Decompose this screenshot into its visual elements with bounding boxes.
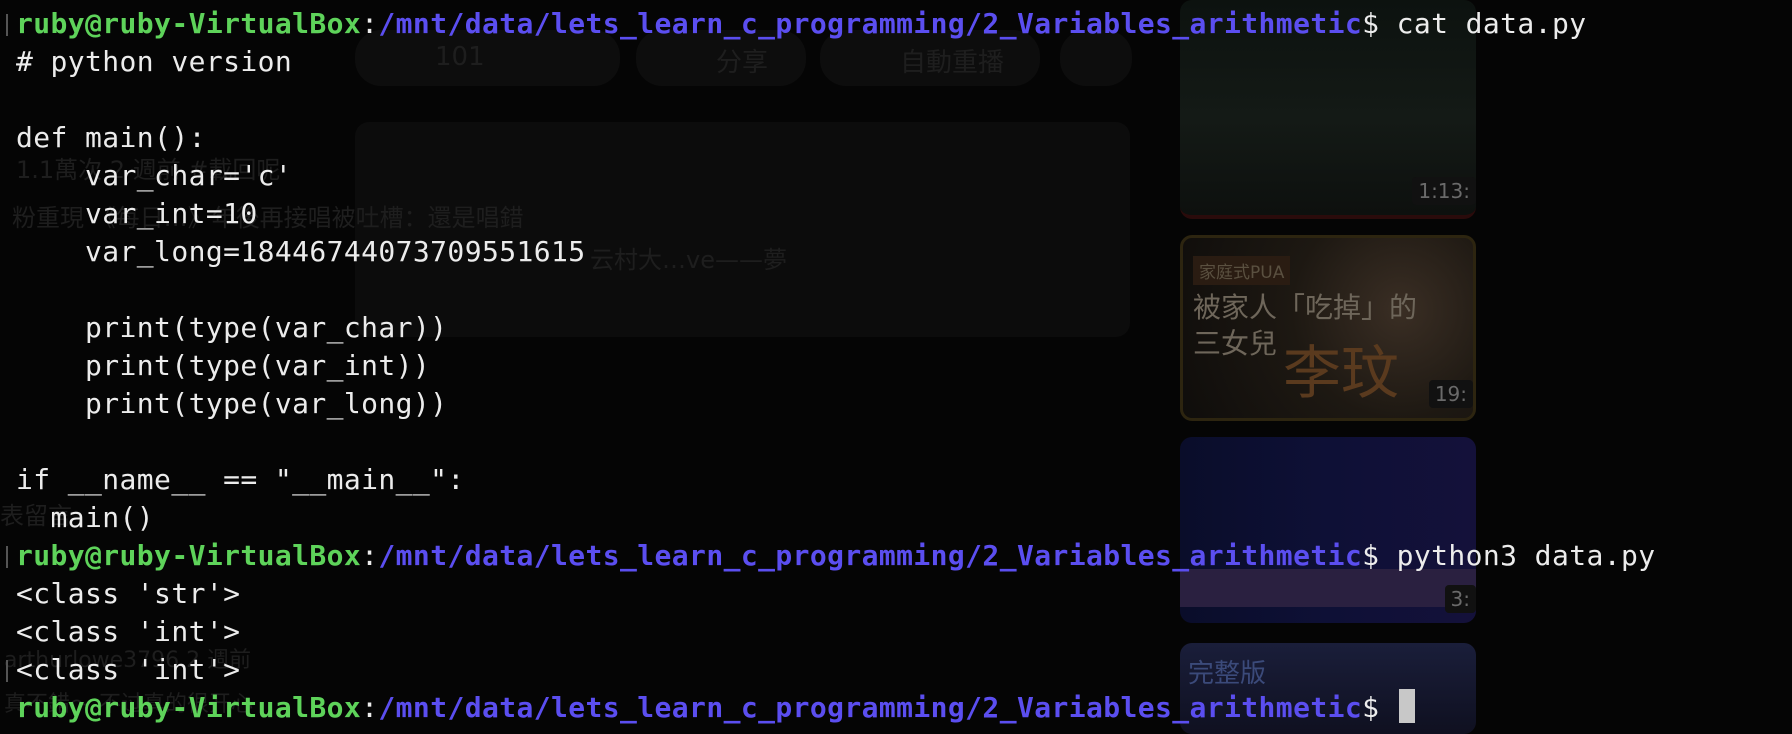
prompt-path: /mnt/data/lets_learn_c_programming/2_Var…: [378, 691, 1363, 724]
terminal-window[interactable]: ruby@ruby-VirtualBox:/mnt/data/lets_lear…: [0, 0, 1792, 734]
output-line: <class 'int'>: [16, 615, 241, 648]
prompt-line: ruby@ruby-VirtualBox:/mnt/data/lets_lear…: [16, 5, 1656, 43]
text-cursor[interactable]: [1398, 689, 1415, 723]
line-marker: [6, 546, 8, 568]
prompt-user-host: ruby@ruby-VirtualBox: [16, 539, 362, 572]
file-line: var_int=10: [16, 197, 258, 230]
prompt-dollar: $: [1362, 7, 1397, 40]
file-line: # python version: [16, 45, 293, 78]
prompt-dollar: $: [1362, 691, 1397, 724]
line-marker: [6, 660, 8, 682]
output-line: <class 'str'>: [16, 577, 241, 610]
file-line: [16, 81, 1656, 119]
prompt-colon: :: [361, 539, 379, 572]
prompt-path: /mnt/data/lets_learn_c_programming/2_Var…: [378, 7, 1363, 40]
prompt-colon: :: [361, 7, 379, 40]
prompt-colon: :: [361, 691, 379, 724]
output-line: <class 'int'>: [16, 653, 241, 686]
file-line: var_long=18446744073709551615: [16, 235, 586, 268]
prompt-line: ruby@ruby-VirtualBox:/mnt/data/lets_lear…: [16, 689, 1656, 727]
file-line: print(type(var_int)): [16, 349, 431, 382]
prompt-dollar: $: [1362, 539, 1397, 572]
terminal-output: ruby@ruby-VirtualBox:/mnt/data/lets_lear…: [16, 5, 1656, 727]
prompt-line: ruby@ruby-VirtualBox:/mnt/data/lets_lear…: [16, 537, 1656, 575]
file-line: var_char='c': [16, 159, 293, 192]
file-line: print(type(var_long)): [16, 387, 448, 420]
command-text: python3 data.py: [1396, 539, 1656, 572]
prompt-user-host: ruby@ruby-VirtualBox: [16, 7, 362, 40]
file-line: main(): [16, 501, 155, 534]
prompt-user-host: ruby@ruby-VirtualBox: [16, 691, 362, 724]
file-line: [16, 271, 1656, 309]
file-line: print(type(var_char)): [16, 311, 448, 344]
file-line: def main():: [16, 121, 206, 154]
command-text: cat data.py: [1396, 7, 1587, 40]
file-line: if __name__ == "__main__":: [16, 463, 465, 496]
prompt-path: /mnt/data/lets_learn_c_programming/2_Var…: [378, 539, 1363, 572]
line-marker: [6, 14, 8, 36]
file-line: [16, 423, 1656, 461]
